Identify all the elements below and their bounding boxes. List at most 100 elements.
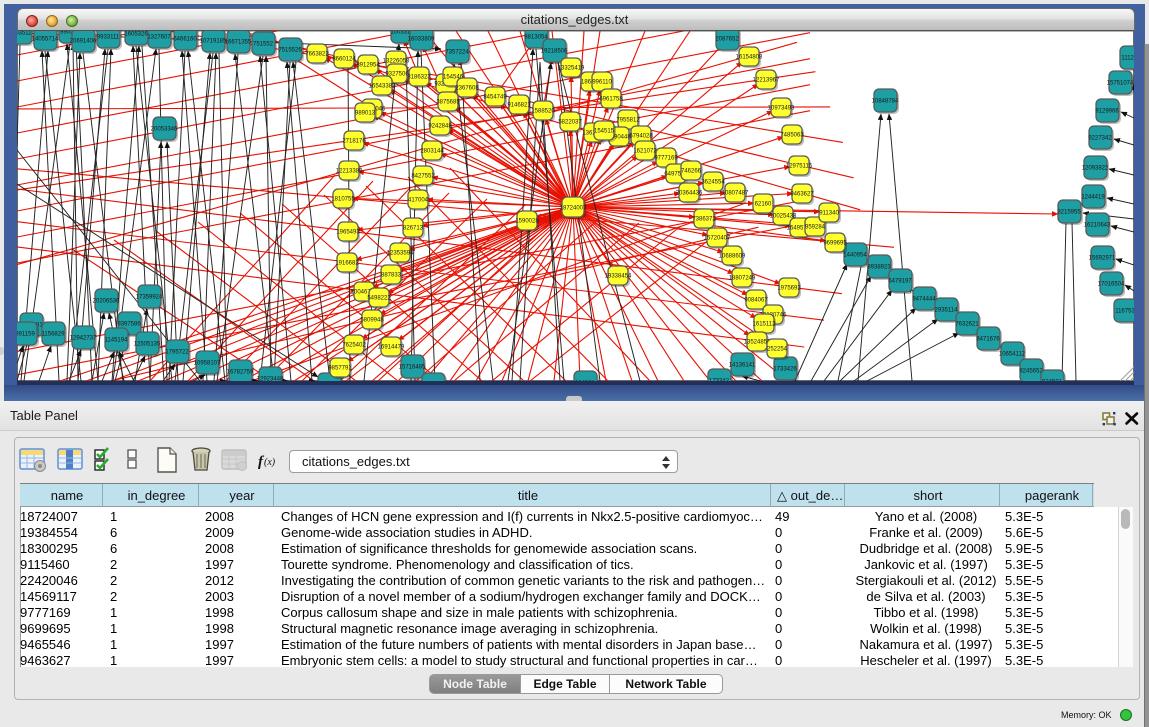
svg-text:1156829: 1156829 xyxy=(42,332,66,338)
svg-text:2803144: 2803144 xyxy=(420,149,444,155)
svg-text:5498222: 5498222 xyxy=(367,296,391,302)
svg-text:9933111: 9933111 xyxy=(97,35,120,41)
svg-text:6961758: 6961758 xyxy=(599,97,623,103)
svg-text:1303511: 1303511 xyxy=(17,31,32,37)
svg-text:16033809: 16033809 xyxy=(408,37,435,43)
svg-text:10848784: 10848784 xyxy=(872,99,899,105)
svg-text:2935114: 2935114 xyxy=(935,308,959,314)
svg-text:1615112: 1615112 xyxy=(753,322,777,328)
svg-text:16671355: 16671355 xyxy=(225,40,252,46)
svg-text:19218506: 19218506 xyxy=(541,49,568,55)
svg-text:12213389: 12213389 xyxy=(336,169,363,175)
svg-text:8427552: 8427552 xyxy=(411,174,435,180)
svg-text:7357224: 7357224 xyxy=(445,50,469,56)
svg-text:417004: 417004 xyxy=(408,198,429,204)
svg-text:15751074: 15751074 xyxy=(1107,81,1134,87)
svg-text:1621072: 1621072 xyxy=(633,149,657,155)
svg-text:2367608: 2367608 xyxy=(455,86,479,92)
svg-text:62160: 62160 xyxy=(755,202,772,208)
svg-text:13325419: 13325419 xyxy=(558,66,585,72)
svg-text:10654112: 10654112 xyxy=(999,352,1026,358)
svg-text:9777169: 9777169 xyxy=(654,156,678,162)
svg-text:17016504: 17016504 xyxy=(1098,282,1125,288)
svg-text:9397586: 9397586 xyxy=(117,322,141,328)
svg-text:10958107: 10958107 xyxy=(194,361,221,367)
svg-text:1975692: 1975692 xyxy=(777,286,801,292)
svg-text:9242848: 9242848 xyxy=(428,124,452,130)
svg-text:1244419: 1244419 xyxy=(1081,195,1105,201)
svg-text:10719185: 10719185 xyxy=(200,39,227,45)
svg-text:20364436: 20364436 xyxy=(676,191,703,197)
svg-text:8471676: 8471676 xyxy=(976,337,1000,343)
svg-text:9699695: 9699695 xyxy=(823,241,847,247)
svg-text:12213967: 12213967 xyxy=(753,78,780,84)
svg-text:7955812: 7955812 xyxy=(616,118,640,124)
svg-text:16782759: 16782759 xyxy=(227,370,254,376)
svg-text:746266: 746266 xyxy=(681,169,702,175)
svg-text:1145194: 1145194 xyxy=(105,338,129,344)
svg-text:6479197: 6479197 xyxy=(888,279,912,285)
svg-text:14055714: 14055714 xyxy=(32,37,59,43)
svg-text:15692971: 15692971 xyxy=(1089,256,1116,262)
svg-text:18807249: 18807249 xyxy=(729,276,756,282)
svg-text:1810755: 1810755 xyxy=(331,197,355,203)
svg-text:1327607: 1327607 xyxy=(147,35,171,41)
svg-text:16210643: 16210643 xyxy=(1084,223,1111,229)
svg-text:2087652: 2087652 xyxy=(715,37,739,43)
svg-text:7386372: 7386372 xyxy=(692,217,716,223)
svg-text:10807487: 10807487 xyxy=(722,191,749,197)
svg-text:16914479: 16914479 xyxy=(378,345,405,351)
svg-text:9129966: 9129966 xyxy=(1095,109,1119,115)
svg-text:1733426: 1733426 xyxy=(773,367,797,373)
svg-text:7632621: 7632621 xyxy=(955,322,979,328)
svg-text:10688609: 10688609 xyxy=(719,254,746,260)
svg-text:14136141: 14136141 xyxy=(729,363,756,369)
svg-text:8660124: 8660124 xyxy=(332,57,356,63)
svg-text:6466160: 6466160 xyxy=(173,37,197,43)
svg-text:19338454: 19338454 xyxy=(605,274,632,280)
svg-text:12942737: 12942737 xyxy=(70,336,97,342)
svg-text:20691406: 20691406 xyxy=(70,39,97,45)
svg-text:9245652: 9245652 xyxy=(1019,369,1043,375)
svg-text:5809948: 5809948 xyxy=(360,318,384,324)
svg-text:252254: 252254 xyxy=(767,347,788,353)
svg-text:16543382: 16543382 xyxy=(369,84,396,90)
svg-text:7663822: 7663822 xyxy=(305,52,329,58)
svg-text:1965493: 1965493 xyxy=(336,230,360,236)
svg-text:5822037: 5822037 xyxy=(558,120,582,126)
svg-text:989013: 989013 xyxy=(355,111,376,117)
svg-text:111243: 111243 xyxy=(1121,56,1134,62)
svg-text:7515526: 7515526 xyxy=(278,48,302,54)
svg-text:1916682: 1916682 xyxy=(335,261,359,267)
svg-text:9084067: 9084067 xyxy=(744,298,768,304)
svg-text:16154808: 16154808 xyxy=(736,55,763,61)
svg-text:826713: 826713 xyxy=(403,226,424,232)
svg-text:9474444: 9474444 xyxy=(912,297,936,303)
svg-text:8454749: 8454749 xyxy=(483,95,507,101)
svg-text:1588520: 1588520 xyxy=(531,109,555,115)
svg-text:6794028: 6794028 xyxy=(629,134,653,140)
svg-text:3875685: 3875685 xyxy=(436,100,460,106)
svg-text:9227342: 9227342 xyxy=(1088,136,1112,142)
svg-text:116753: 116753 xyxy=(1115,309,1134,315)
svg-text:12975115: 12975115 xyxy=(786,164,813,170)
svg-text:1440954: 1440954 xyxy=(843,253,867,259)
svg-text:1605326: 1605326 xyxy=(124,32,148,38)
svg-text:959284: 959284 xyxy=(805,225,826,231)
svg-text:17359924: 17359924 xyxy=(136,295,163,301)
svg-text:15716485: 15716485 xyxy=(399,365,426,371)
svg-text:751552: 751552 xyxy=(253,42,274,48)
svg-text:12505135: 12505135 xyxy=(134,342,161,348)
svg-text:1795722: 1795722 xyxy=(165,350,189,356)
svg-text:15720407: 15720407 xyxy=(704,236,731,242)
svg-text:3215955: 3215955 xyxy=(1057,210,1081,216)
svg-text:12093822: 12093822 xyxy=(1082,166,1109,172)
svg-text:18724007: 18724007 xyxy=(560,206,587,212)
svg-text:9857791: 9857791 xyxy=(328,366,352,372)
svg-text:996110: 996110 xyxy=(592,80,612,86)
svg-text:3624554: 3624554 xyxy=(701,180,725,186)
svg-text:(x): (x) xyxy=(264,457,276,468)
svg-text:20053346: 20053346 xyxy=(151,127,178,133)
svg-text:8186323: 8186323 xyxy=(407,75,431,81)
svg-text:7485063: 7485063 xyxy=(780,133,804,139)
